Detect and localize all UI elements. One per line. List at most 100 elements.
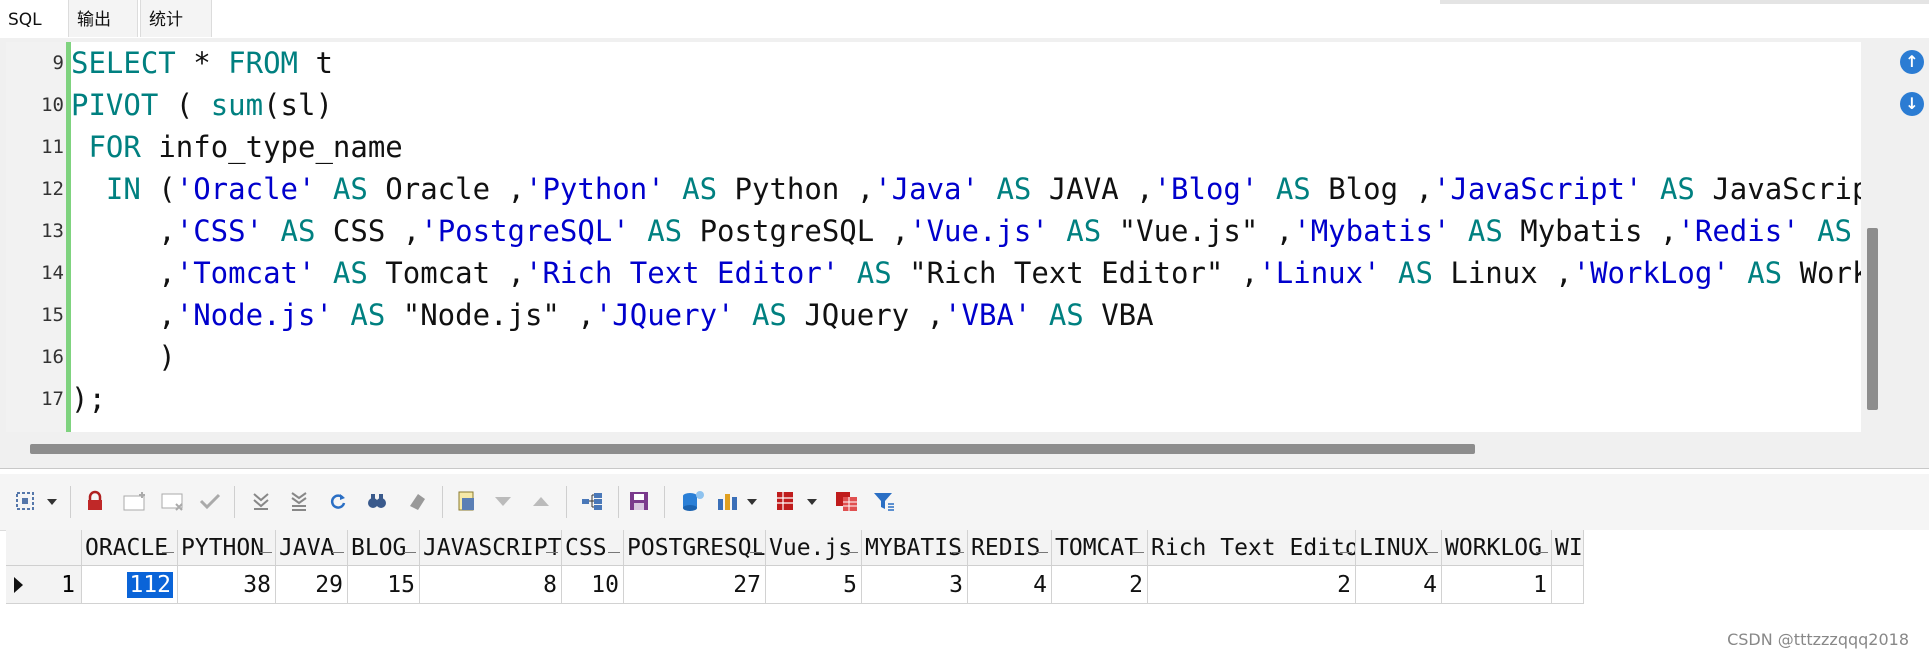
- apply-check-icon[interactable]: [198, 490, 222, 514]
- column-header[interactable]: REDIS: [968, 530, 1052, 566]
- column-header-label: WIN: [1555, 535, 1583, 561]
- table-cell[interactable]: 8: [420, 566, 562, 604]
- table-cell[interactable]: 5: [766, 566, 862, 604]
- row-header[interactable]: 1: [6, 566, 82, 604]
- vertical-scrollbar-thumb[interactable]: [1867, 228, 1878, 410]
- lock-icon[interactable]: [84, 490, 106, 514]
- save-icon[interactable]: [628, 490, 650, 514]
- table-cell[interactable]: 15: [348, 566, 420, 604]
- column-header[interactable]: Rich Text Editor: [1148, 530, 1356, 566]
- column-header[interactable]: WIN: [1552, 530, 1584, 566]
- code-text: Python ,: [717, 172, 875, 206]
- chart-caret-icon[interactable]: [746, 490, 758, 514]
- refresh-icon[interactable]: [328, 490, 348, 514]
- row-number: 1: [61, 572, 75, 598]
- column-header[interactable]: MYBATIS: [862, 530, 968, 566]
- export-db-icon[interactable]: [680, 490, 706, 514]
- grid-view-icon[interactable]: [774, 490, 796, 514]
- fetch-all-icon[interactable]: [288, 490, 310, 514]
- single-record-icon[interactable]: [456, 490, 478, 514]
- column-header[interactable]: POSTGRESQL: [624, 530, 766, 566]
- tab-statistics[interactable]: 统计: [140, 0, 212, 37]
- copy-grid-icon[interactable]: [834, 490, 860, 514]
- add-row-icon[interactable]: [122, 490, 148, 514]
- table-cell[interactable]: 112: [82, 566, 178, 604]
- column-header-label: TOMCAT: [1055, 535, 1139, 561]
- sql-editor[interactable]: 9 10 11 12 13 14 15 16 17 SELECT * FROM t PIVOT (…: [0, 38, 1929, 468]
- column-header[interactable]: BLOG: [348, 530, 420, 566]
- column-header[interactable]: Vue.js: [766, 530, 862, 566]
- sql-keyword: AS: [1048, 298, 1084, 332]
- code-line[interactable]: ,'CSS' AS CSS ,'PostgreSQL' AS PostgreSQ…: [71, 210, 1861, 252]
- column-header-label: REDIS: [971, 535, 1041, 561]
- table-cell[interactable]: 2: [1148, 566, 1356, 604]
- sql-keyword: AS: [1467, 214, 1503, 248]
- code-area[interactable]: SELECT * FROM t PIVOT ( sum(sl) FOR info_…: [71, 42, 1861, 432]
- scroll-down-icon[interactable]: ↓: [1900, 92, 1924, 116]
- table-cell[interactable]: 4: [1356, 566, 1442, 604]
- table-cell[interactable]: 10: [562, 566, 624, 604]
- column-header[interactable]: JAVA: [276, 530, 348, 566]
- toolbar-separator: [664, 486, 665, 518]
- code-text: ,: [71, 256, 176, 290]
- column-header[interactable]: TOMCAT: [1052, 530, 1148, 566]
- find-icon[interactable]: [366, 490, 388, 514]
- cell-value: 2: [1129, 572, 1143, 598]
- column-header[interactable]: LINUX: [1356, 530, 1442, 566]
- scroll-up-icon[interactable]: ↑: [1900, 50, 1924, 74]
- code-line[interactable]: FOR info_type_name: [71, 126, 402, 168]
- column-header[interactable]: PYTHON: [178, 530, 276, 566]
- fetch-next-icon[interactable]: [250, 490, 272, 514]
- toolbar-separator: [566, 486, 567, 518]
- sql-string: 'Blog': [1153, 172, 1259, 206]
- column-header-label: BLOG: [351, 535, 407, 561]
- table-cell[interactable]: 38: [178, 566, 276, 604]
- grid-view-caret-icon[interactable]: [806, 490, 818, 514]
- table-cell[interactable]: 29: [276, 566, 348, 604]
- sql-keyword: FOR: [88, 130, 141, 164]
- code-line[interactable]: PIVOT ( sum(sl): [71, 84, 333, 126]
- table-cell[interactable]: 1: [1442, 566, 1552, 604]
- toolbar-separator: [70, 486, 71, 518]
- tree-view-icon[interactable]: [580, 490, 604, 514]
- code-text: (: [140, 172, 176, 206]
- result-grid[interactable]: 1 ORACLE 112 PYTHON 38 JAVA 29 BLOG 15 JAVASCRIP…: [6, 530, 1929, 659]
- dropdown-caret-icon[interactable]: [46, 490, 58, 514]
- tab-sql[interactable]: SQL: [0, 0, 62, 37]
- table-cell[interactable]: 27: [624, 566, 766, 604]
- clear-icon[interactable]: [406, 490, 428, 514]
- line-number: 10: [41, 94, 64, 116]
- sort-desc-icon[interactable]: [492, 490, 514, 514]
- column-header[interactable]: ORACLE: [82, 530, 178, 566]
- grid-corner[interactable]: [6, 530, 82, 566]
- tab-output[interactable]: 输出: [68, 0, 138, 37]
- table-cell[interactable]: 2: [1052, 566, 1148, 604]
- code-text: (sl): [263, 88, 333, 122]
- chart-icon[interactable]: [716, 490, 740, 514]
- grid-options-icon[interactable]: [14, 490, 36, 514]
- table-cell[interactable]: 4: [968, 566, 1052, 604]
- column-header[interactable]: CSS: [562, 530, 624, 566]
- column-header[interactable]: WORKLOG: [1442, 530, 1552, 566]
- column-header[interactable]: JAVASCRIPT: [420, 530, 562, 566]
- table-cell[interactable]: [1552, 566, 1584, 604]
- code-line[interactable]: ,'Tomcat' AS Tomcat ,'Rich Text Editor' …: [71, 252, 1861, 294]
- sql-string: 'PostgreSQL': [420, 214, 630, 248]
- code-text: JAVA ,: [1031, 172, 1154, 206]
- code-line[interactable]: ): [71, 336, 175, 378]
- horizontal-scrollbar-thumb[interactable]: [30, 444, 1475, 454]
- line-number: 9: [52, 52, 64, 74]
- code-line[interactable]: );: [71, 378, 106, 420]
- delete-row-icon[interactable]: [160, 490, 186, 514]
- sort-asc-icon[interactable]: [530, 490, 552, 514]
- code-line[interactable]: ,'Node.js' AS "Node.js" ,'JQuery' AS JQu…: [71, 294, 1153, 336]
- selected-cell-value: 112: [127, 572, 173, 598]
- code-line[interactable]: SELECT * FROM t: [71, 42, 333, 84]
- code-line[interactable]: IN ('Oracle' AS Oracle ,'Python' AS Pyth…: [71, 168, 1861, 210]
- table-cell[interactable]: 3: [862, 566, 968, 604]
- filter-icon[interactable]: [872, 490, 896, 514]
